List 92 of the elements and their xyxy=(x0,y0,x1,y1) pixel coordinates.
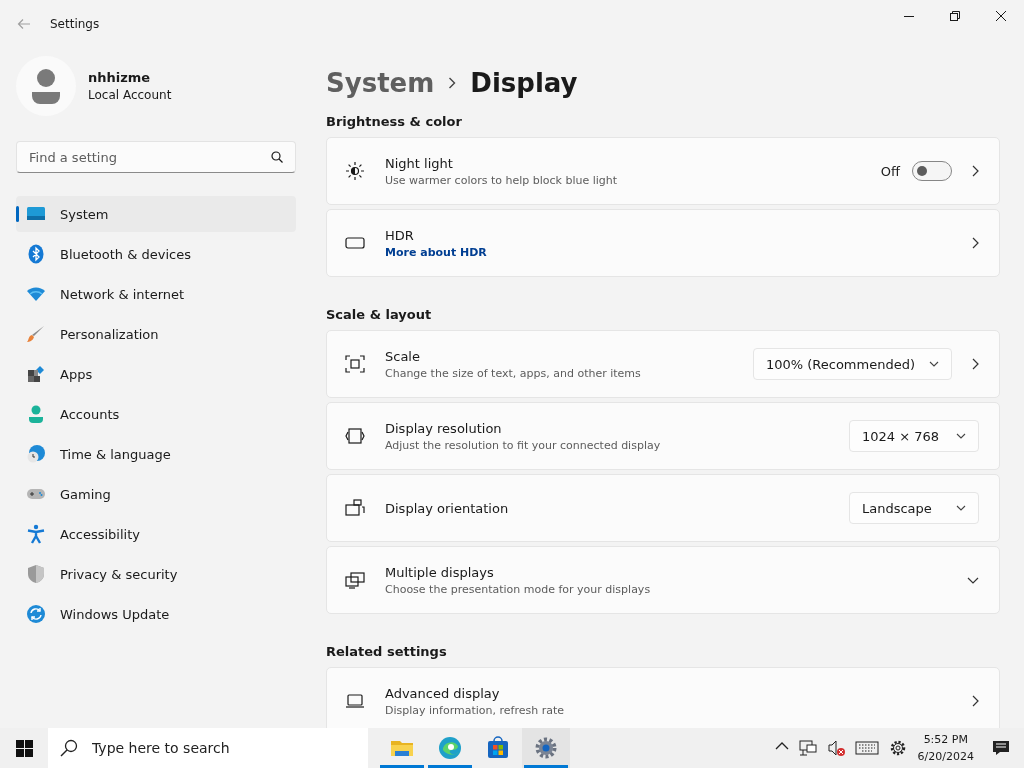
sidebar-item[interactable]: Accessibility xyxy=(16,516,296,552)
setting-description: Display information, refresh rate xyxy=(385,703,565,717)
shield-icon xyxy=(26,564,46,584)
taskbar-app[interactable] xyxy=(522,728,570,768)
search-icon[interactable] xyxy=(271,151,283,163)
settings-icon[interactable] xyxy=(888,739,907,757)
dropdown[interactable]: Landscape xyxy=(849,492,979,524)
close-icon[interactable] xyxy=(996,11,1006,21)
setting-card[interactable]: Scale Change the size of text, apps, and other items 100% (Recommended) xyxy=(326,330,1000,398)
avatar-icon[interactable] xyxy=(16,56,76,116)
maximize-icon[interactable] xyxy=(950,11,960,21)
muted-speaker-icon[interactable] xyxy=(826,739,845,757)
sidebar-item[interactable]: Network & internet xyxy=(16,276,296,312)
running-indicator xyxy=(524,765,568,768)
dropdown[interactable]: 1024 × 768 xyxy=(849,420,979,452)
paintbrush-icon xyxy=(26,324,46,344)
notification-icon[interactable] xyxy=(992,739,1010,757)
sidebar-item[interactable]: Bluetooth & devices xyxy=(16,236,296,272)
sidebar-item[interactable]: Accounts xyxy=(16,396,296,432)
help-link[interactable]: More about HDR xyxy=(385,245,487,259)
setting-card[interactable]: Advanced display Display information, refresh rate xyxy=(326,667,1000,728)
search-input[interactable]: Find a setting xyxy=(27,142,271,172)
keyboard-icon[interactable] xyxy=(854,739,879,757)
chevron-right-icon[interactable] xyxy=(972,358,979,370)
setting-description: Adjust the resolution to fit your connected display xyxy=(385,438,661,452)
account-name: nhhizme xyxy=(88,70,152,85)
setting-description: Change the size of text, apps, and other items xyxy=(385,366,641,380)
setting-card[interactable]: Night light Use warmer colors to help block blue light Off xyxy=(326,137,1000,205)
setting-title: Multiple displays xyxy=(385,564,495,580)
bluetooth-icon xyxy=(26,244,46,264)
clock-date[interactable]: 6/20/2024 xyxy=(917,748,974,765)
setting-title: Scale xyxy=(385,348,421,364)
scale-icon xyxy=(345,354,365,374)
setting-title: HDR xyxy=(385,227,415,243)
gear-icon xyxy=(533,735,559,761)
setting-card[interactable]: Multiple displays Choose the presentation mode for your displays xyxy=(326,546,1000,614)
section-heading: Scale & layout xyxy=(326,307,433,322)
setting-card[interactable]: HDR More about HDR xyxy=(326,209,1000,277)
clock-time[interactable]: 5:52 PM xyxy=(917,731,974,748)
sidebar-item[interactable]: Time & language xyxy=(16,436,296,472)
selection-indicator xyxy=(16,206,19,222)
chevron-right-icon[interactable] xyxy=(972,695,979,707)
globe-clock-icon xyxy=(26,444,46,464)
search-icon xyxy=(60,739,78,757)
chevron-down-icon[interactable] xyxy=(967,576,979,584)
setting-description: Use warmer colors to help block blue light xyxy=(385,173,618,187)
sidebar-item[interactable]: Privacy & security xyxy=(16,556,296,592)
search-field[interactable]: Find a setting xyxy=(16,141,296,173)
chevron-right-icon[interactable] xyxy=(972,237,979,249)
taskbar-search-field[interactable]: Type here to search xyxy=(48,728,368,768)
setting-description: Choose the presentation mode for your displays xyxy=(385,582,651,596)
rotation-icon xyxy=(345,498,365,518)
sidebar-item[interactable]: Apps xyxy=(16,356,296,392)
windows-logo-icon[interactable] xyxy=(16,739,33,757)
running-indicator xyxy=(428,765,472,768)
setting-title: Advanced display xyxy=(385,685,501,701)
dropdown[interactable]: 100% (Recommended) xyxy=(752,348,952,380)
account-type: Local Account xyxy=(88,88,172,102)
setting-title: Display resolution xyxy=(385,420,503,436)
store-bag-icon xyxy=(485,735,511,761)
brightness-icon xyxy=(345,161,365,181)
page-title: Display xyxy=(470,68,578,98)
chevron-down-icon xyxy=(956,505,966,511)
apps-icon xyxy=(26,364,46,384)
laptop-icon xyxy=(345,691,365,711)
chevron-down-icon xyxy=(956,433,966,439)
browser-icon xyxy=(437,735,463,761)
chevron-right-icon xyxy=(448,77,457,89)
toggle-switch[interactable] xyxy=(912,161,952,181)
section-heading: Brightness & color xyxy=(326,114,463,129)
resolution-icon xyxy=(345,426,365,446)
accessibility-icon xyxy=(26,524,46,544)
sidebar-item[interactable]: Personalization xyxy=(16,316,296,352)
window-title: Settings xyxy=(50,17,100,31)
chevron-down-icon xyxy=(929,361,939,367)
displays-icon xyxy=(345,570,365,590)
setting-card[interactable]: Display resolution Adjust the resolution to fit your connected display 1024 × 768 xyxy=(326,402,1000,470)
person-icon xyxy=(26,404,46,424)
setting-card[interactable]: Display orientation Landscape xyxy=(326,474,1000,542)
chevron-right-icon[interactable] xyxy=(972,165,979,177)
network-icon[interactable] xyxy=(798,739,817,757)
section-heading: Related settings xyxy=(326,644,448,659)
breadcrumb-link[interactable]: System xyxy=(326,68,435,98)
running-indicator xyxy=(380,765,424,768)
sync-icon xyxy=(26,604,46,624)
sidebar-item[interactable]: Gaming xyxy=(16,476,296,512)
sidebar-item[interactable]: System xyxy=(16,196,296,232)
toggle-state-label: Off xyxy=(880,163,900,179)
taskbar-search-input[interactable]: Type here to search xyxy=(90,728,360,768)
sidebar-item[interactable]: Windows Update xyxy=(16,596,296,632)
setting-title: Night light xyxy=(385,155,454,171)
setting-title: Display orientation xyxy=(385,500,509,516)
